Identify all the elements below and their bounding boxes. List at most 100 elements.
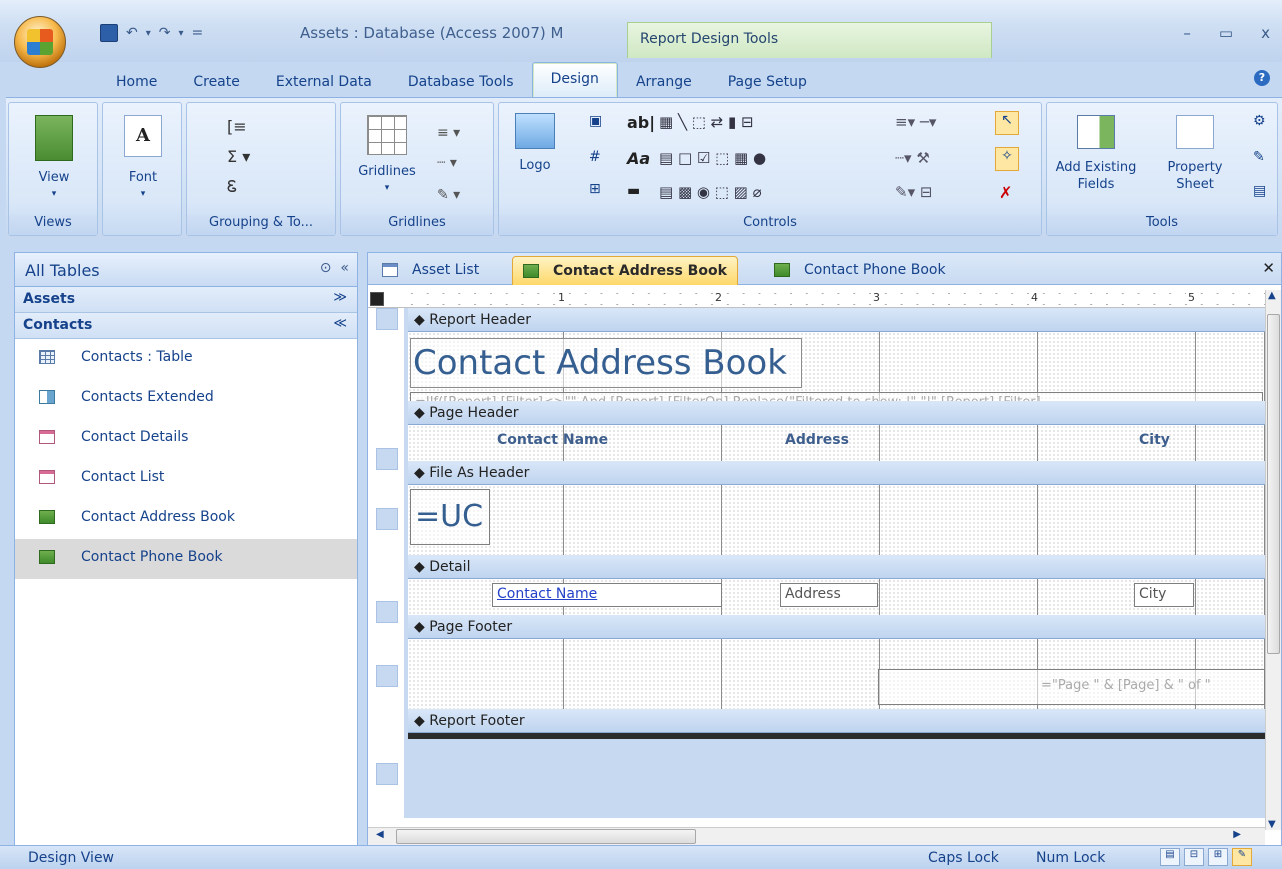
view-button[interactable]: View ▾ — [19, 109, 89, 203]
report-title-label[interactable]: Contact Address Book — [410, 338, 802, 388]
contact-name-field[interactable]: Contact Name — [492, 583, 722, 607]
document-area: Asset List Contact Address Book Contact … — [367, 252, 1282, 846]
horizontal-ruler: 1 2 3 4 5 — [368, 290, 1265, 308]
print-preview-icon[interactable]: ⊟ — [1184, 848, 1204, 866]
minimize-button[interactable]: – — [1183, 24, 1191, 42]
textbox-icon[interactable]: ab| — [627, 113, 655, 132]
section-file-as-header[interactable]: ◆ File As Header — [408, 461, 1265, 485]
select-report-box[interactable] — [370, 292, 384, 306]
gridlines-button[interactable]: Gridlines ▾ — [347, 109, 427, 197]
line-weight-icon[interactable]: ≡ ▾ — [437, 125, 460, 141]
doc-tab-contact-phone-book[interactable]: Contact Phone Book — [764, 256, 956, 285]
select-icon[interactable]: ↖ — [995, 111, 1019, 135]
nav-item-contact-details[interactable]: Contact Details — [15, 419, 357, 459]
tab-home[interactable]: Home — [98, 66, 175, 98]
office-button[interactable] — [14, 16, 66, 68]
close-button[interactable]: x — [1261, 24, 1270, 42]
scroll-down-icon[interactable]: ▼ — [1268, 819, 1276, 830]
line-color-icon[interactable]: ✎ ▾ — [437, 187, 460, 203]
section-detail[interactable]: ◆ Detail — [408, 555, 1265, 579]
nav-item-contact-list[interactable]: Contact List — [15, 459, 357, 499]
city-field[interactable]: City — [1134, 583, 1194, 607]
tab-external-data[interactable]: External Data — [258, 66, 390, 98]
add-existing-fields-button[interactable]: Add Existing Fields — [1051, 109, 1141, 193]
customize-qat-icon[interactable]: = — [192, 25, 204, 41]
city-header-label[interactable]: City — [1134, 429, 1194, 453]
nav-header[interactable]: All Tables ⊙ « — [15, 253, 357, 287]
nav-item-contacts-extended[interactable]: Contacts Extended — [15, 379, 357, 419]
nav-item-contacts-table[interactable]: Contacts : Table — [15, 339, 357, 379]
scroll-up-icon[interactable]: ▲ — [1268, 290, 1276, 301]
tab-database-tools[interactable]: Database Tools — [390, 66, 532, 98]
font-button[interactable]: A Font ▾ — [111, 109, 175, 203]
hide-details-icon[interactable]: Ꮛ — [227, 177, 237, 197]
report-icon — [774, 263, 790, 277]
nav-group-contacts[interactable]: Contacts ≪ — [15, 313, 357, 339]
controls-row1-icons[interactable]: ▦ ╲ ⬚ ⇄ ▮ ⊟ — [659, 113, 754, 131]
save-icon[interactable] — [100, 24, 118, 42]
title-icon[interactable]: ▣ — [589, 113, 602, 129]
address-field[interactable]: Address — [780, 583, 878, 607]
scroll-left-icon[interactable]: ◀ — [376, 829, 384, 840]
help-icon[interactable]: ? — [1254, 70, 1270, 86]
horizontal-scroll-thumb[interactable] — [396, 829, 696, 844]
report-view-icon[interactable]: ▤ — [1160, 848, 1180, 866]
code-icon[interactable]: ⚙ — [1253, 113, 1266, 129]
file-as-group-textbox[interactable]: =UC — [410, 489, 490, 545]
section-page-footer[interactable]: ◆ Page Footer — [408, 615, 1265, 639]
ribbon: View ▾ Views A Font ▾ [≡ Σ ▾ Ꮛ Grouping … — [6, 97, 1282, 239]
controls-row3-icons[interactable]: ▤ ▩ ◉ ⬚ ▨ ⌀ — [659, 183, 762, 201]
office-logo-icon — [27, 29, 53, 55]
font-icon: A — [124, 115, 162, 157]
macro-icon[interactable]: ✎ — [1253, 149, 1265, 165]
dropdown-icon[interactable]: ▾ — [179, 28, 184, 39]
tab-design[interactable]: Design — [531, 62, 618, 98]
section-report-header[interactable]: ◆ Report Header — [408, 308, 1265, 332]
line-thickness-icon[interactable]: ≡▾ ─▾ — [895, 113, 936, 131]
expand-chevron-icon[interactable]: ≫ — [333, 290, 347, 305]
logo-button[interactable]: Logo — [505, 109, 565, 174]
line-type-icon[interactable]: ┈▾ ⚒ — [895, 149, 930, 167]
tab-arrange[interactable]: Arrange — [618, 66, 710, 98]
address-header-label[interactable]: Address — [780, 429, 878, 453]
doc-tab-contact-address-book[interactable]: Contact Address Book — [512, 256, 738, 285]
redo-icon[interactable]: ↷ — [159, 25, 171, 41]
dropdown-icon[interactable]: ▾ — [146, 28, 151, 39]
tab-page-setup[interactable]: Page Setup — [710, 66, 825, 98]
layout-view-icon[interactable]: ⊞ — [1208, 848, 1228, 866]
property-sheet-button[interactable]: Property Sheet — [1155, 109, 1235, 193]
scroll-right-icon[interactable]: ▶ — [1233, 829, 1241, 840]
horizontal-scrollbar[interactable]: ◀ ▶ — [368, 827, 1265, 845]
control-wizards-icon[interactable]: ✧ — [995, 147, 1019, 171]
vertical-scrollbar[interactable]: ▲ ▼ — [1265, 290, 1281, 830]
doc-tab-asset-list[interactable]: Asset List — [372, 256, 489, 285]
undo-icon[interactable]: ↶ — [126, 25, 138, 41]
activex-icon[interactable]: ✗ — [999, 183, 1012, 202]
close-document-icon[interactable]: ✕ — [1262, 259, 1275, 277]
maximize-button[interactable]: ▭ — [1219, 24, 1233, 42]
contact-name-header-label[interactable]: Contact Name — [492, 429, 722, 453]
label-icon[interactable]: Aa — [627, 149, 650, 168]
tab-order-icon[interactable]: ▤ — [1253, 183, 1266, 199]
page-numbers-icon[interactable]: # — [589, 149, 601, 165]
design-view-icon[interactable]: ✎ — [1232, 848, 1252, 866]
nav-item-contact-phone-book[interactable]: Contact Phone Book — [15, 539, 357, 579]
section-page-header[interactable]: ◆ Page Header — [408, 401, 1265, 425]
line-style-icon[interactable]: ┈ ▾ — [437, 155, 457, 171]
section-report-footer[interactable]: ◆ Report Footer — [408, 709, 1265, 733]
nav-item-contact-address-book[interactable]: Contact Address Book — [15, 499, 357, 539]
group-sort-icon[interactable]: [≡ — [227, 117, 247, 136]
collapse-chevron-icon[interactable]: ≪ — [333, 316, 347, 331]
line-color-2-icon[interactable]: ✎▾ ⊟ — [895, 183, 932, 201]
nav-header-controls[interactable]: ⊙ « — [320, 260, 349, 276]
controls-row2-icons[interactable]: ▤ □ ☑ ⬚ ▦ ● — [659, 149, 766, 167]
property-sheet-icon — [1176, 115, 1214, 149]
nav-group-assets[interactable]: Assets ≫ — [15, 287, 357, 313]
tab-create[interactable]: Create — [175, 66, 258, 98]
add-fields-icon — [1077, 115, 1115, 149]
totals-icon[interactable]: Σ ▾ — [227, 147, 250, 166]
button-control-icon[interactable]: ▬ — [627, 183, 640, 199]
page-number-textbox[interactable]: ="Page " & [Page] & " of " — [878, 669, 1265, 705]
vertical-scroll-thumb[interactable] — [1267, 314, 1280, 654]
date-time-icon[interactable]: ⊞ — [589, 181, 601, 197]
